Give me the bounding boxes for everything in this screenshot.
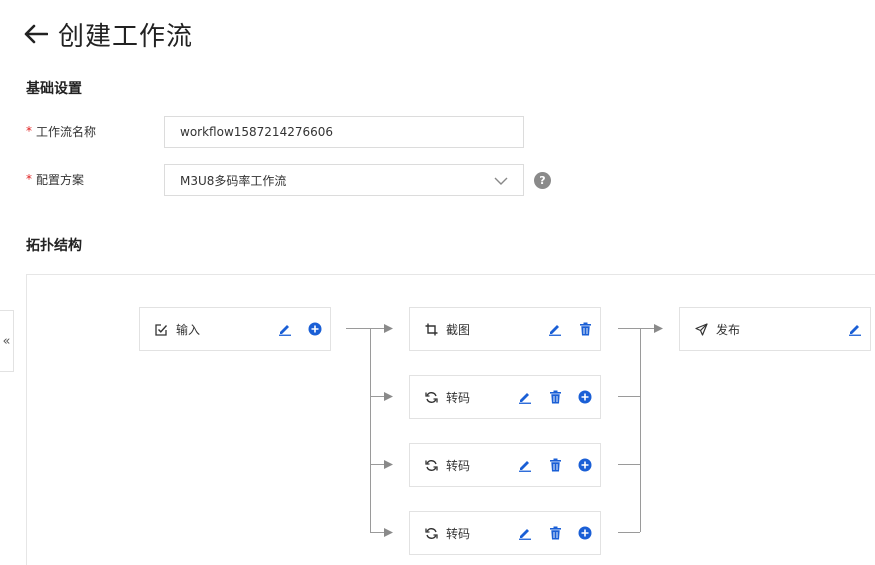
transcode-node-1[interactable]: 转码	[409, 375, 601, 419]
pencil-icon[interactable]	[278, 322, 292, 336]
transcode-node-label: 转码	[446, 526, 471, 541]
help-icon[interactable]: ?	[534, 172, 551, 189]
crop-icon	[424, 322, 438, 336]
workflow-name-input[interactable]	[164, 116, 524, 148]
transcode-node-3[interactable]: 转码	[409, 511, 601, 555]
send-icon	[694, 322, 708, 336]
publish-node[interactable]: 发布	[679, 307, 871, 351]
refresh-icon	[424, 458, 438, 472]
publish-node-label: 发布	[716, 322, 741, 337]
plus-circle-icon[interactable]	[578, 390, 592, 404]
plus-circle-icon[interactable]	[578, 526, 592, 540]
trash-icon[interactable]	[578, 322, 592, 336]
plus-circle-icon[interactable]	[308, 322, 322, 336]
config-plan-select[interactable]: M3U8多码率工作流	[164, 164, 524, 196]
transcode-node-label: 转码	[446, 390, 471, 405]
trash-icon[interactable]	[548, 458, 562, 472]
page-title: 创建工作流	[58, 21, 194, 52]
topology-title: 拓扑结构	[26, 238, 82, 254]
transcode-node-actions	[518, 376, 592, 418]
plus-circle-icon[interactable]	[578, 458, 592, 472]
pencil-icon[interactable]	[518, 526, 532, 540]
input-node-label: 输入	[176, 322, 201, 337]
arrow-left-icon[interactable]	[24, 21, 50, 47]
refresh-icon	[424, 390, 438, 404]
transcode-node-actions	[518, 444, 592, 486]
workflow-name-label: 工作流名称	[36, 124, 97, 139]
snapshot-node[interactable]: 截图	[409, 307, 601, 351]
publish-node-actions	[848, 308, 862, 350]
pencil-icon[interactable]	[548, 322, 562, 336]
required-mark: *	[26, 124, 32, 138]
refresh-icon	[424, 526, 438, 540]
required-mark: *	[26, 172, 32, 186]
chevron-down-icon	[494, 171, 508, 190]
transcode-node-2[interactable]: 转码	[409, 443, 601, 487]
transcode-node-label: 转码	[446, 458, 471, 473]
transcode-node-actions	[518, 512, 592, 554]
input-node-actions	[278, 308, 322, 350]
trash-icon[interactable]	[548, 390, 562, 404]
sidebar-collapse-toggle[interactable]: «	[0, 310, 14, 372]
config-plan-row: * 配置方案	[26, 163, 84, 195]
workflow-name-row: * 工作流名称	[26, 115, 96, 147]
pencil-icon[interactable]	[848, 322, 862, 336]
snapshot-node-actions	[548, 308, 592, 350]
config-plan-label: 配置方案	[36, 172, 85, 187]
page-header: 创建工作流	[24, 14, 193, 54]
checkbox-edit-icon	[154, 322, 168, 336]
input-node[interactable]: 输入	[139, 307, 331, 351]
snapshot-node-label: 截图	[446, 322, 471, 337]
pencil-icon[interactable]	[518, 458, 532, 472]
trash-icon[interactable]	[548, 526, 562, 540]
basic-settings-title: 基础设置	[26, 81, 82, 97]
config-plan-value: M3U8多码率工作流	[180, 173, 287, 188]
pencil-icon[interactable]	[518, 390, 532, 404]
